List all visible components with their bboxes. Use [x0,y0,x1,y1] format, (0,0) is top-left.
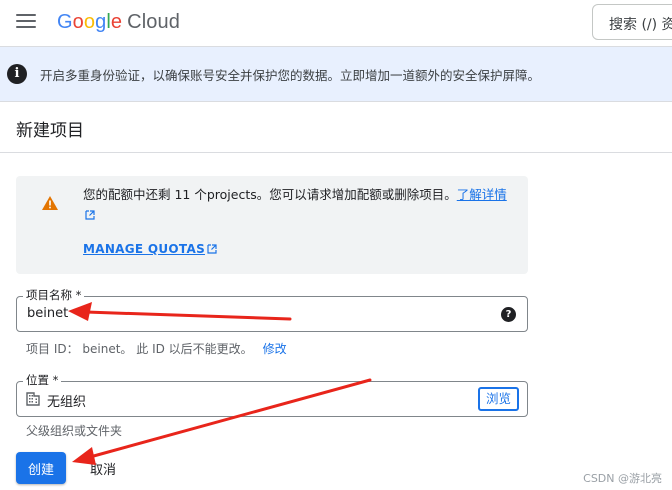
mfa-banner: i 开启多重身份验证，以确保账号安全并保护您的数据。立即增加一道额外的安全保护屏… [0,46,672,102]
banner-text: 开启多重身份验证，以确保账号安全并保护您的数据。立即增加一道额外的安全保护屏障。 [40,68,541,83]
location-label: 位置 * [23,373,62,387]
create-button[interactable]: 创建 [16,452,66,484]
top-bar: Google Cloud 搜索 (/) 资 [0,0,672,46]
project-id-line: 项目 ID： beinet。 此 ID 以后不能更改。 修改 [26,340,287,357]
search-label: 搜索 (/) 资 [609,17,672,33]
quota-warning-card: 您的配额中还剩 11 个projects。您可以请求增加配额或删除项目。了解详情… [16,176,528,274]
location-value: 无组织 [47,395,87,410]
page-title: 新建项目 [16,121,84,141]
external-link-icon [207,244,217,254]
search-input[interactable]: 搜索 (/) 资 [592,4,672,40]
project-name-input[interactable] [27,306,447,321]
location-field[interactable]: 位置 * 无组织 浏览 [16,373,528,417]
google-cloud-logo[interactable]: Google Cloud [57,9,180,35]
browse-button[interactable]: 浏览 [477,387,519,411]
quota-text: 您的配额中还剩 11 个projects。您可以请求增加配额或删除项目。 [83,187,457,202]
edit-project-id-link[interactable]: 修改 [263,342,287,356]
external-link-icon [85,210,95,220]
help-icon[interactable]: ? [501,307,516,322]
cancel-button[interactable]: 取消 [80,452,126,484]
title-divider [0,152,672,153]
location-hint: 父级组织或文件夹 [26,424,123,438]
organization-icon [26,392,40,406]
quota-message: 您的配额中还剩 11 个projects。您可以请求增加配额或删除项目。了解详情 [83,185,513,225]
project-name-field[interactable]: 项目名称 * ? [16,288,528,332]
project-id-text: 项目 ID： beinet。 此 ID 以后不能更改。 [26,342,253,356]
watermark: CSDN @游北亮 [583,472,662,485]
warning-icon [42,196,58,210]
manage-quotas-link[interactable]: MANAGE QUOTAS [83,242,217,256]
info-icon: i [7,64,27,84]
project-name-label: 项目名称 * [23,288,85,302]
hamburger-menu-icon[interactable] [16,14,36,30]
